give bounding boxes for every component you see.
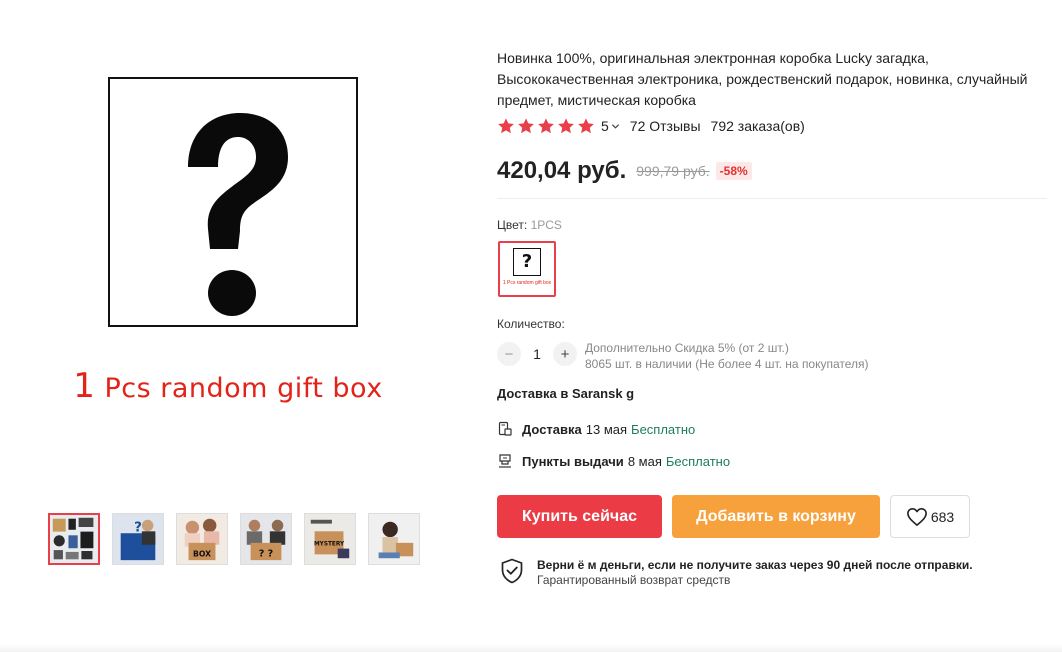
star-icon: [498, 118, 514, 134]
caption-text: Pcs random gift box: [95, 373, 383, 404]
image-caption: 1 Pcs random gift box: [14, 366, 442, 406]
shipping-title[interactable]: Доставка в Saransk g: [497, 386, 634, 401]
thumbnail-3[interactable]: BOX: [176, 513, 228, 565]
swatch-question-icon: ?: [513, 248, 541, 276]
star-icon: [518, 118, 534, 134]
rating-row: 5 72 Отзывы 792 заказа(ов): [497, 115, 805, 137]
quantity-minus-button[interactable]: −: [497, 342, 521, 366]
shield-check-icon: [501, 558, 523, 584]
thumbnail-4[interactable]: ? ?: [240, 513, 292, 565]
svg-text:? ?: ? ?: [259, 548, 274, 559]
bulk-discount-info: Дополнительно Скидка 5% (от 2 шт.): [585, 341, 789, 355]
chevron-down-icon[interactable]: [611, 122, 620, 131]
discount-badge: -58%: [715, 162, 752, 180]
color-swatch-1pcs[interactable]: ? 1 Pcs random gift box: [498, 241, 556, 297]
pickup-label: Пункты выдачи: [522, 453, 624, 469]
color-label: Цвет: 1PCS: [497, 218, 562, 232]
quantity-stepper: − 1 +: [497, 342, 577, 366]
wishlist-count: 683: [930, 508, 955, 525]
add-to-cart-button[interactable]: Добавить в корзину: [672, 495, 880, 538]
guarantee-title: Верни ё м деньги, если не получите заказ…: [537, 558, 973, 572]
buyer-protection: Верни ё м деньги, если не получите заказ…: [500, 558, 973, 588]
delivery-date: 13 мая: [585, 421, 628, 437]
price-row: 420,04 руб. 999,79 руб. -58%: [497, 153, 752, 189]
color-label-text: Цвет:: [497, 218, 528, 232]
product-title: Новинка 100%, оригинальная электронная к…: [497, 50, 1028, 108]
thumbnail-5[interactable]: MYSTERY: [304, 513, 356, 565]
star-icon: [558, 118, 574, 134]
star-icon: [538, 118, 554, 134]
thumbnail-2[interactable]: ?: [112, 513, 164, 565]
guarantee-subtitle: Гарантированный возврат средств: [537, 573, 731, 587]
quantity-plus-button[interactable]: +: [553, 342, 577, 366]
delivery-row: Доставка 13 мая Бесплатно: [497, 421, 695, 437]
reviews-link[interactable]: 72 Отзывы: [630, 118, 701, 134]
svg-text:MYSTERY: MYSTERY: [314, 542, 345, 548]
svg-text:?: ?: [134, 520, 142, 535]
stock-info: 8065 шт. в наличии (Не более 4 шт. на по…: [585, 357, 869, 371]
thumbnail-6[interactable]: [368, 513, 420, 565]
divider: [497, 198, 1047, 199]
thumbnail-1[interactable]: [48, 513, 100, 565]
buy-now-button[interactable]: Купить сейчас: [497, 495, 662, 538]
delivery-label: Доставка: [522, 421, 582, 437]
rating-value[interactable]: 5: [601, 118, 609, 134]
old-price: 999,79 руб.: [636, 163, 710, 179]
pickup-row: Пункты выдачи 8 мая Бесплатно: [497, 453, 730, 469]
guarantee-text: Верни ё м деньги, если не получите заказ…: [537, 558, 973, 588]
quantity-value[interactable]: 1: [521, 346, 553, 362]
page-bottom-edge: [0, 644, 1062, 652]
caption-number: 1: [73, 366, 96, 406]
quantity-info: Дополнительно Скидка 5% (от 2 шт.) 8065 …: [585, 340, 869, 372]
thumbnail-strip: ? BOX ? ? MYSTERY: [48, 513, 420, 565]
question-mark-icon: [188, 113, 288, 316]
pickup-date: 8 мая: [627, 453, 662, 469]
heart-icon: [906, 507, 927, 526]
pickup-point-icon: [499, 454, 511, 468]
orders-count: 792 заказа(ов): [710, 118, 805, 134]
swatch-caption: 1 Pcs random gift box: [502, 280, 552, 286]
delivery-icon: [498, 421, 512, 436]
quantity-label: Количество:: [497, 317, 565, 331]
color-selected: 1PCS: [530, 218, 562, 232]
wishlist-button[interactable]: 683: [890, 495, 970, 538]
svg-text:BOX: BOX: [193, 549, 211, 558]
main-product-image[interactable]: 1 Pcs random gift box: [14, 34, 442, 414]
mystery-box-illustration: [108, 77, 358, 327]
current-price: 420,04 руб.: [497, 157, 627, 184]
pickup-cost: Бесплатно: [665, 453, 731, 469]
delivery-cost: Бесплатно: [631, 421, 696, 437]
star-rating: [497, 117, 595, 135]
star-icon: [578, 118, 594, 134]
